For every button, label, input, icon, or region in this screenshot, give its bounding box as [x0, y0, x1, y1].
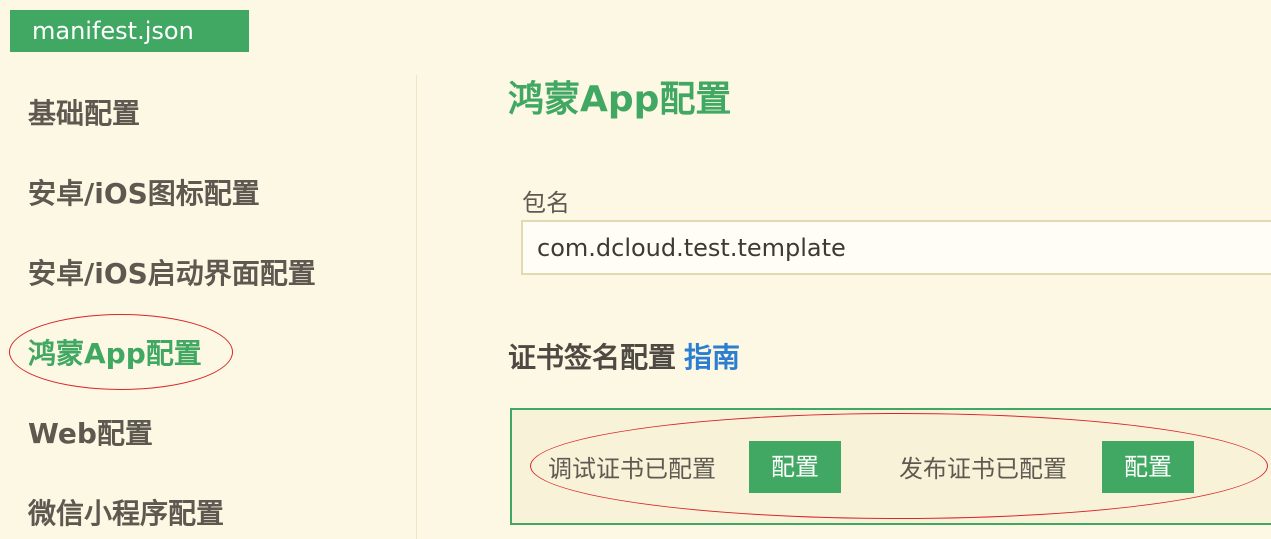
release-cert-config-button[interactable]: 配置: [1102, 441, 1194, 493]
sidebar-nav: 基础配置 安卓/iOS图标配置 安卓/iOS启动界面配置 鸿蒙App配置 Web…: [0, 75, 417, 539]
sidebar-item-harmony-config[interactable]: 鸿蒙App配置: [28, 336, 202, 372]
file-tab-manifest[interactable]: manifest.json: [10, 10, 249, 52]
page-title: 鸿蒙App配置: [508, 79, 732, 120]
cert-section-title: 证书签名配置 指南: [508, 338, 740, 378]
debug-cert-status: 调试证书已配置: [548, 455, 716, 483]
cert-section-title-text: 证书签名配置: [508, 341, 677, 374]
sidebar-item-splash-config[interactable]: 安卓/iOS启动界面配置: [28, 256, 316, 292]
sidebar-item-wechat-config[interactable]: 微信小程序配置: [28, 496, 224, 532]
cert-config-panel: 调试证书已配置 配置 发布证书已配置 配置: [510, 408, 1271, 525]
package-name-input[interactable]: [521, 220, 1271, 275]
sidebar-item-basic-config[interactable]: 基础配置: [28, 96, 140, 132]
debug-cert-config-button[interactable]: 配置: [749, 441, 841, 493]
package-name-label: 包名: [522, 189, 570, 217]
sidebar-item-icon-config[interactable]: 安卓/iOS图标配置: [28, 176, 260, 212]
guide-link[interactable]: 指南: [684, 341, 740, 374]
sidebar-item-web-config[interactable]: Web配置: [28, 416, 153, 452]
release-cert-status: 发布证书已配置: [899, 455, 1067, 483]
